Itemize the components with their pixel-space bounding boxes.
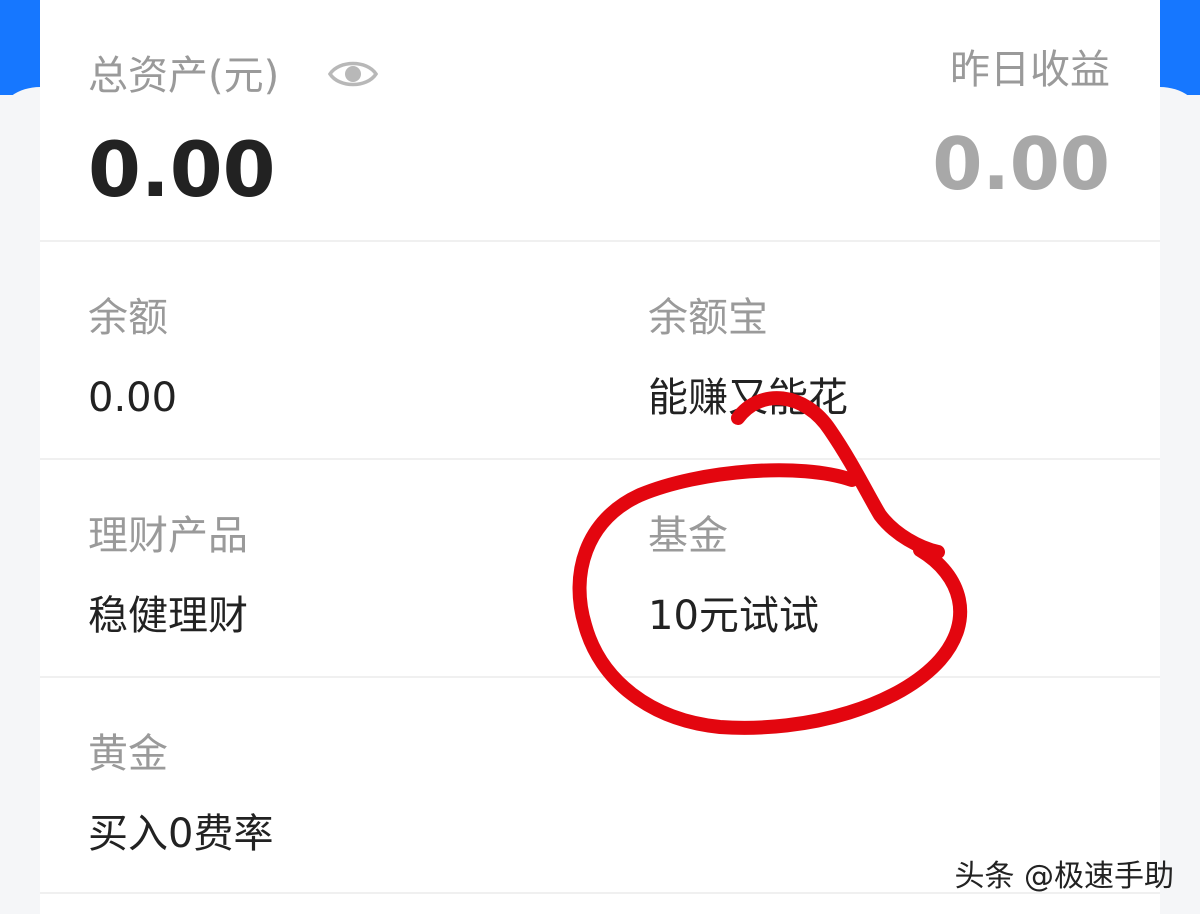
yuebao-value: 能赚又能花: [648, 375, 848, 421]
header-background-right: [1160, 0, 1200, 117]
divider: [40, 458, 1160, 460]
watermark: 头条 @极速手助: [954, 859, 1174, 894]
total-assets-label: 总资产(元): [88, 53, 280, 99]
divider: [40, 240, 1160, 242]
total-assets-value: 0.00: [88, 125, 276, 214]
gold-label: 黄金: [88, 731, 168, 777]
wealth-products-value: 稳健理财: [88, 593, 248, 639]
wealth-screen: 总资产(元) 0.00 昨日收益 0.00 余额 0.00 余额宝 能赚又能花 …: [0, 0, 1200, 914]
fund-value: 10元试试: [648, 593, 819, 639]
yesterday-earnings-label: 昨日收益: [950, 47, 1110, 93]
eye-icon[interactable]: [327, 56, 379, 92]
header-background-left: [0, 0, 40, 117]
divider: [40, 676, 1160, 678]
yesterday-earnings-value: 0.00: [932, 122, 1110, 206]
balance-value: 0.00: [88, 375, 178, 421]
assets-card: 总资产(元) 0.00 昨日收益 0.00 余额 0.00 余额宝 能赚又能花 …: [40, 0, 1160, 914]
wealth-products-label: 理财产品: [88, 513, 248, 559]
balance-label: 余额: [88, 295, 168, 341]
fund-label: 基金: [648, 513, 728, 559]
yuebao-label: 余额宝: [648, 295, 768, 341]
gold-value: 买入0费率: [88, 811, 274, 857]
